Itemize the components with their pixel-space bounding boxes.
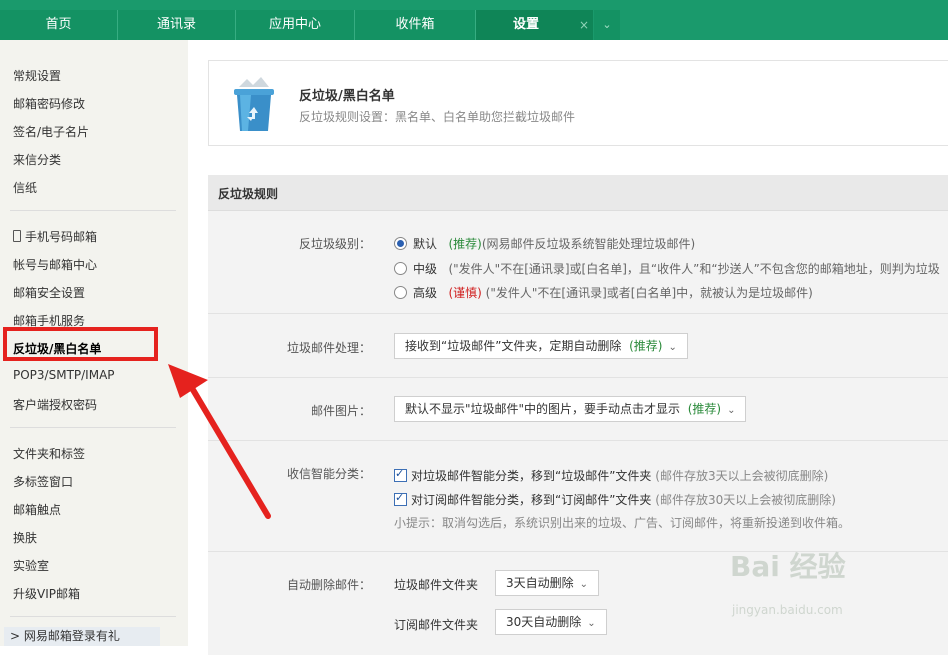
mail-images-select[interactable]: 默认不显示"垃圾邮件"中的图片，要手动点击才显示 (推荐) ⌄: [394, 396, 747, 422]
baidu-watermark: Bai 经验: [730, 550, 846, 583]
sidebar-item-labs[interactable]: 实验室: [13, 557, 49, 574]
chevron-down-icon: ⌄: [727, 405, 736, 416]
sidebar-item-folders-labels[interactable]: 文件夹和标签: [13, 445, 85, 462]
spam-handling-label: 垃圾邮件处理：: [286, 341, 371, 355]
baidu-watermark-url: jingyan.baidu.com: [732, 603, 843, 617]
checkbox-checked-icon[interactable]: [394, 467, 407, 482]
sidebar-item-signature[interactable]: 签名/电子名片: [13, 123, 89, 140]
select-value: 默认不显示"垃圾邮件"中的图片，要手动点击才显示: [405, 402, 681, 416]
spam-level-option-medium[interactable]: 中级 ("发件人"不在[通讯录]或[白名单]，且“收件人”和“抄送人”不包含您的…: [394, 260, 940, 277]
sidebar-item-stationery[interactable]: 信纸: [13, 179, 37, 196]
sidebar-item-phone-mailbox[interactable]: 手机号码邮箱: [13, 228, 97, 245]
smart-sorting-label: 收信智能分类：: [286, 467, 371, 481]
radio-selected-icon[interactable]: [394, 237, 407, 250]
phone-icon: [13, 230, 21, 242]
row-divider: [208, 377, 948, 378]
option-description: ("发件人"不在[通讯录]或[白名单]，且“收件人”和“抄送人”不包含您的邮箱地…: [448, 262, 940, 276]
tab-app-center[interactable]: 应用中心: [236, 10, 355, 40]
sidebar-item-security[interactable]: 邮箱安全设置: [13, 284, 85, 301]
spam-handling-select[interactable]: 接收到“垃圾邮件”文件夹，定期自动删除 (推荐) ⌄: [394, 333, 688, 359]
auto-delete-spam-select[interactable]: 3天自动删除 ⌄: [495, 570, 600, 596]
login-gift-link[interactable]: > 网易邮箱登录有礼: [4, 627, 160, 646]
sidebar-item-multi-tab[interactable]: 多标签窗口: [13, 473, 73, 490]
recommend-tag: (推荐): [448, 237, 482, 251]
sidebar-divider: [10, 210, 176, 211]
checkbox-note: (邮件存放30天以上会被彻底删除): [655, 493, 836, 507]
sidebar-divider: [10, 427, 176, 428]
smart-sort-hint: 小提示：取消勾选后，系统识别出来的垃圾、广告、订阅邮件，将重新投递到收件箱。: [394, 516, 851, 530]
recommend-tag: (推荐): [687, 402, 722, 416]
sidebar-item-touchpoints[interactable]: 邮箱触点: [13, 501, 61, 518]
chevron-down-icon: ⌄: [587, 618, 596, 629]
auto-delete-label: 自动删除邮件：: [286, 578, 371, 592]
recommend-tag: (推荐): [629, 339, 663, 353]
recycle-bin-icon: [234, 77, 274, 131]
spam-level-label: 反垃圾级别：: [298, 237, 371, 251]
sidebar-item-password[interactable]: 邮箱密码修改: [13, 95, 85, 112]
auto-delete-folder-spam: 垃圾邮件文件夹: [394, 578, 479, 592]
sidebar-item-client-auth-code[interactable]: 客户端授权密码: [13, 396, 97, 413]
page-header-card: 反垃圾/黑白名单 反垃圾规则设置：黑名单、白名单助您拦截垃圾邮件: [208, 60, 948, 146]
spam-level-option-high[interactable]: 高级 (谨慎) ("发件人"不在[通讯录]或者[白名单]中，就被认为是垃圾邮件): [394, 284, 813, 301]
chevron-down-icon: ⌄: [668, 342, 677, 353]
sidebar-item-label: 手机号码邮箱: [25, 230, 98, 244]
smart-sort-spam-checkbox[interactable]: 对垃圾邮件智能分类，移到“垃圾邮件”文件夹 (邮件存放3天以上会被彻底删除): [394, 467, 828, 484]
option-description: ("发件人"不在[通讯录]或者[白名单]中，就被认为是垃圾邮件): [485, 286, 813, 300]
option-description: (网易邮件反垃圾系统智能处理垃圾邮件): [481, 237, 696, 251]
section-header: 反垃圾规则: [208, 175, 948, 211]
checkbox-note: (邮件存放3天以上会被彻底删除): [655, 469, 829, 483]
section-title: 反垃圾规则: [218, 187, 279, 201]
radio-icon[interactable]: [394, 286, 407, 299]
page-subtitle: 反垃圾规则设置：黑名单、白名单助您拦截垃圾邮件: [299, 110, 576, 124]
option-name: 默认: [413, 237, 438, 251]
close-tab-icon[interactable]: ×: [575, 10, 593, 40]
mail-images-label: 邮件图片：: [310, 404, 371, 418]
top-navigation: 首页 通讯录 应用中心 收件箱 设置 × ⌄: [0, 0, 948, 40]
checkbox-label: 对垃圾邮件智能分类，移到“垃圾邮件”文件夹: [411, 469, 652, 483]
sidebar-item-mail-sorting[interactable]: 来信分类: [13, 151, 61, 168]
sidebar-divider: [10, 616, 176, 617]
auto-delete-subscription-select[interactable]: 30天自动删除 ⌄: [495, 609, 607, 635]
smart-sort-subscription-checkbox[interactable]: 对订阅邮件智能分类，移到“订阅邮件”文件夹 (邮件存放30天以上会被彻底删除): [394, 491, 836, 508]
tab-inbox[interactable]: 收件箱: [355, 10, 476, 40]
chevron-down-icon: ⌄: [579, 579, 589, 590]
sidebar-item-general[interactable]: 常规设置: [13, 67, 61, 84]
checkbox-label: 对订阅邮件智能分类，移到“订阅邮件”文件夹: [411, 493, 652, 507]
sidebar-item-upgrade-vip[interactable]: 升级VIP邮箱: [13, 585, 80, 602]
caution-tag: (谨慎): [448, 286, 482, 300]
chevron-down-icon[interactable]: ⌄: [594, 10, 620, 40]
select-value: 接收到“垃圾邮件”文件夹，定期自动删除: [405, 339, 622, 353]
option-name: 中级: [413, 262, 438, 276]
tab-settings[interactable]: 设置: [476, 10, 577, 40]
highlight-annotation-box: [3, 327, 158, 361]
sidebar-item-pop3-smtp-imap[interactable]: POP3/SMTP/IMAP: [13, 368, 115, 382]
spam-level-option-default[interactable]: 默认 (推荐)(网易邮件反垃圾系统智能处理垃圾邮件): [394, 235, 695, 252]
sidebar-item-skin[interactable]: 换肤: [13, 529, 37, 546]
row-divider: [208, 313, 948, 314]
tab-contacts[interactable]: 通讯录: [118, 10, 236, 40]
radio-icon[interactable]: [394, 262, 407, 275]
auto-delete-folder-subscription: 订阅邮件文件夹: [394, 618, 479, 632]
sidebar-item-account-center[interactable]: 帐号与邮箱中心: [13, 256, 97, 273]
page-title: 反垃圾/黑白名单: [299, 89, 395, 104]
select-value: 3天自动删除: [506, 576, 574, 590]
select-value: 30天自动删除: [506, 615, 582, 629]
checkbox-checked-icon[interactable]: [394, 491, 407, 506]
row-divider: [208, 440, 948, 441]
tab-home[interactable]: 首页: [0, 10, 118, 40]
option-name: 高级: [413, 286, 438, 300]
